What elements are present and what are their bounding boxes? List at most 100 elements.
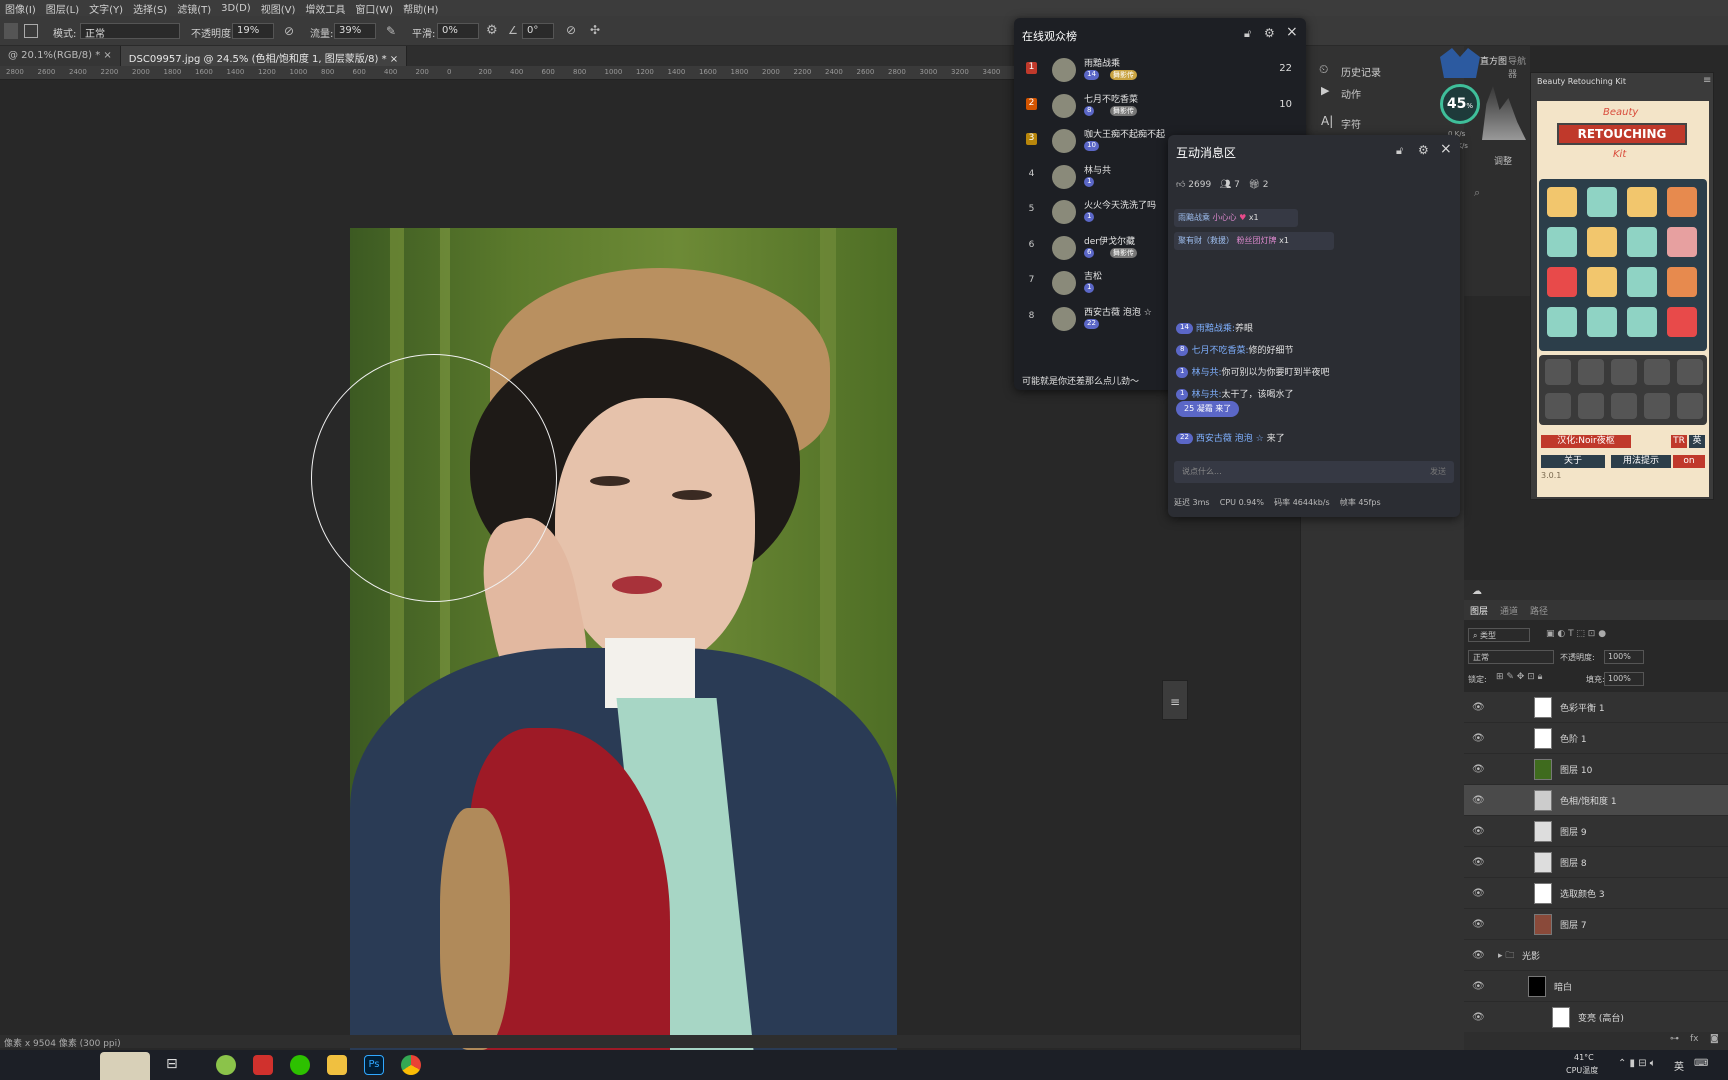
avatar[interactable]	[1052, 235, 1076, 260]
menu-select[interactable]: 选择(S)	[128, 1, 172, 16]
eye-icon[interactable]	[1547, 267, 1577, 297]
eye-icon[interactable]: 👁︎	[1472, 888, 1485, 899]
compact-icon[interactable]	[1627, 267, 1657, 297]
cloud-icon[interactable]: ☁	[1472, 586, 1482, 597]
select-icon[interactable]	[1644, 393, 1670, 419]
beauty-retouching-plugin[interactable]: Beauty Retouching Kit ≡ Beauty RETOUCHIN…	[1530, 72, 1714, 500]
app-red-icon[interactable]	[253, 1055, 273, 1075]
folder-icon[interactable]	[327, 1055, 347, 1075]
tab-paths[interactable]: 路径	[1530, 604, 1548, 617]
chat-input[interactable]: 说点什么... 发送	[1174, 461, 1454, 483]
layer-row[interactable]: 👁︎ 色相/饱和度 1	[1464, 785, 1728, 816]
menu-icon[interactable]: ≡	[1703, 75, 1711, 86]
close-icon[interactable]: ×	[390, 54, 398, 65]
floating-adjust-widget[interactable]: ≡	[1162, 680, 1188, 720]
brush-tool-icon[interactable]	[1545, 393, 1571, 419]
eye-icon[interactable]: 👁︎	[1472, 702, 1485, 713]
layer-opacity-input[interactable]: 100%	[1604, 650, 1644, 664]
en-button[interactable]: 英	[1689, 435, 1705, 448]
mode-select[interactable]: 正常	[80, 23, 180, 40]
lips-icon[interactable]	[1627, 307, 1657, 337]
eye-icon[interactable]: 👁︎	[1472, 764, 1485, 775]
spray-icon[interactable]	[1667, 267, 1697, 297]
search-icon[interactable]: ⌕	[1474, 186, 1480, 200]
sliders-icon[interactable]: ≡	[1170, 695, 1180, 709]
eye-icon[interactable]: 👁︎	[1472, 733, 1485, 744]
brush-settings-icon[interactable]	[24, 24, 38, 38]
face-mask-icon[interactable]	[1587, 307, 1617, 337]
input-lang[interactable]: 英	[1674, 1058, 1684, 1073]
play-icon[interactable]: ▶	[1321, 84, 1329, 97]
layer-row[interactable]: 👁︎ 图层 9	[1464, 816, 1728, 847]
avatar[interactable]	[1052, 58, 1076, 82]
histogram-tab[interactable]: 直方图	[1480, 54, 1507, 67]
bandage-icon[interactable]	[1578, 393, 1604, 419]
unlock-icon[interactable]: 🔓︎	[1396, 144, 1403, 158]
palette-icon[interactable]	[1587, 187, 1617, 217]
link-icon[interactable]: ⊶	[1670, 1034, 1679, 1044]
layer-filter-select[interactable]: ⌕ 类型	[1468, 628, 1530, 642]
close-icon[interactable]: ×	[1440, 141, 1452, 157]
avatar[interactable]	[1052, 93, 1076, 118]
menu-type[interactable]: 文字(Y)	[84, 1, 128, 16]
menu-layer[interactable]: 图层(L)	[41, 1, 84, 16]
eye-icon[interactable]: 👁︎	[1472, 1012, 1485, 1023]
diamond-icon[interactable]	[1644, 359, 1670, 385]
cream-icon[interactable]	[1667, 187, 1697, 217]
dodge-icon[interactable]	[1578, 359, 1604, 385]
gear-icon[interactable]: ⚙	[1418, 143, 1429, 157]
fx-icon[interactable]: fx	[1690, 1034, 1699, 1044]
about-button[interactable]: 关于	[1541, 455, 1605, 468]
close-icon[interactable]: ×	[1286, 24, 1298, 40]
menu-window[interactable]: 窗口(W)	[350, 1, 398, 16]
avatar[interactable]	[1052, 129, 1076, 153]
audience-row[interactable]: 2 七月不吃香菜 8 舞影传 10	[1022, 92, 1298, 129]
brush-preset-icon[interactable]	[4, 23, 18, 39]
eye-icon[interactable]: 👁︎	[1472, 919, 1485, 930]
opacity-input[interactable]: 19%	[232, 23, 274, 39]
tab-channels[interactable]: 通道	[1500, 604, 1518, 617]
brush-icon[interactable]	[1587, 227, 1617, 257]
pressure-opacity-icon[interactable]: ⊘	[284, 24, 294, 38]
unlock-icon[interactable]: 🔓︎	[1244, 27, 1251, 41]
eye-icon[interactable]: 👁︎	[1472, 950, 1485, 961]
history-icon[interactable]: ⏲	[1319, 62, 1328, 77]
pressure-size-icon[interactable]: ⊘	[566, 23, 576, 37]
eye-icon[interactable]: 👁︎	[1472, 826, 1485, 837]
adjust-tab[interactable]: 调整	[1494, 154, 1512, 167]
mascara-icon[interactable]	[1547, 227, 1577, 257]
folder-icon[interactable]: ▸ 🗀︎	[1498, 948, 1514, 964]
chrome-icon[interactable]	[401, 1055, 421, 1075]
foundation-icon[interactable]	[1547, 187, 1577, 217]
sphere-icon[interactable]	[1545, 359, 1571, 385]
gem-icon[interactable]	[1677, 359, 1703, 385]
fill-input[interactable]: 100%	[1604, 672, 1644, 686]
navigator-tab[interactable]: 导航器	[1508, 54, 1530, 80]
app-green-icon[interactable]	[216, 1055, 236, 1075]
airbrush-icon[interactable]: ✎	[386, 24, 396, 38]
avatar[interactable]	[1052, 306, 1076, 331]
doc-tab-2[interactable]: DSC09957.jpg @ 24.5% (色相/饱和度 1, 图层蒙版/8) …	[120, 46, 408, 66]
eye-icon[interactable]: 👁︎	[1472, 857, 1485, 868]
photoshop-icon[interactable]: Ps	[364, 1055, 384, 1075]
audience-row[interactable]: 1 雨黯战乘 14 舞影传 22	[1022, 56, 1298, 93]
lip-icon[interactable]	[1547, 307, 1577, 337]
layer-row[interactable]: 👁︎ ▸ 🗀︎ 光影	[1464, 940, 1728, 971]
layer-row[interactable]: 👁︎ 色阶 1	[1464, 723, 1728, 754]
menu-image[interactable]: 图像(I)	[0, 1, 41, 16]
layer-row[interactable]: 👁︎ 变亮 (高台)	[1464, 1002, 1728, 1033]
symmetry-icon[interactable]: ✣	[590, 23, 600, 37]
layer-row[interactable]: 👁︎ 图层 10	[1464, 754, 1728, 785]
menu-help[interactable]: 帮助(H)	[398, 1, 443, 16]
tray-icons[interactable]: ⌃ ▮ ⊟ 🔈︎	[1618, 1058, 1656, 1069]
localize-button[interactable]: 汉化:Noir夜枢	[1541, 435, 1631, 448]
photo-canvas[interactable]	[350, 228, 897, 1050]
character-icon[interactable]: A|	[1321, 114, 1333, 128]
bottle-icon[interactable]	[1627, 187, 1657, 217]
jar-icon[interactable]	[1667, 227, 1697, 257]
eye-icon[interactable]: 👁︎	[1472, 981, 1485, 992]
layer-row[interactable]: 👁︎ 图层 8	[1464, 847, 1728, 878]
interaction-message-window[interactable]: 互动消息区 🔓︎ ⚙ × 👍︎ 2699 👥︎ 7 🎁︎ 2 雨黯战乘 小心心 …	[1168, 135, 1460, 517]
powder-icon[interactable]	[1627, 227, 1657, 257]
avatar[interactable]	[1052, 164, 1076, 189]
